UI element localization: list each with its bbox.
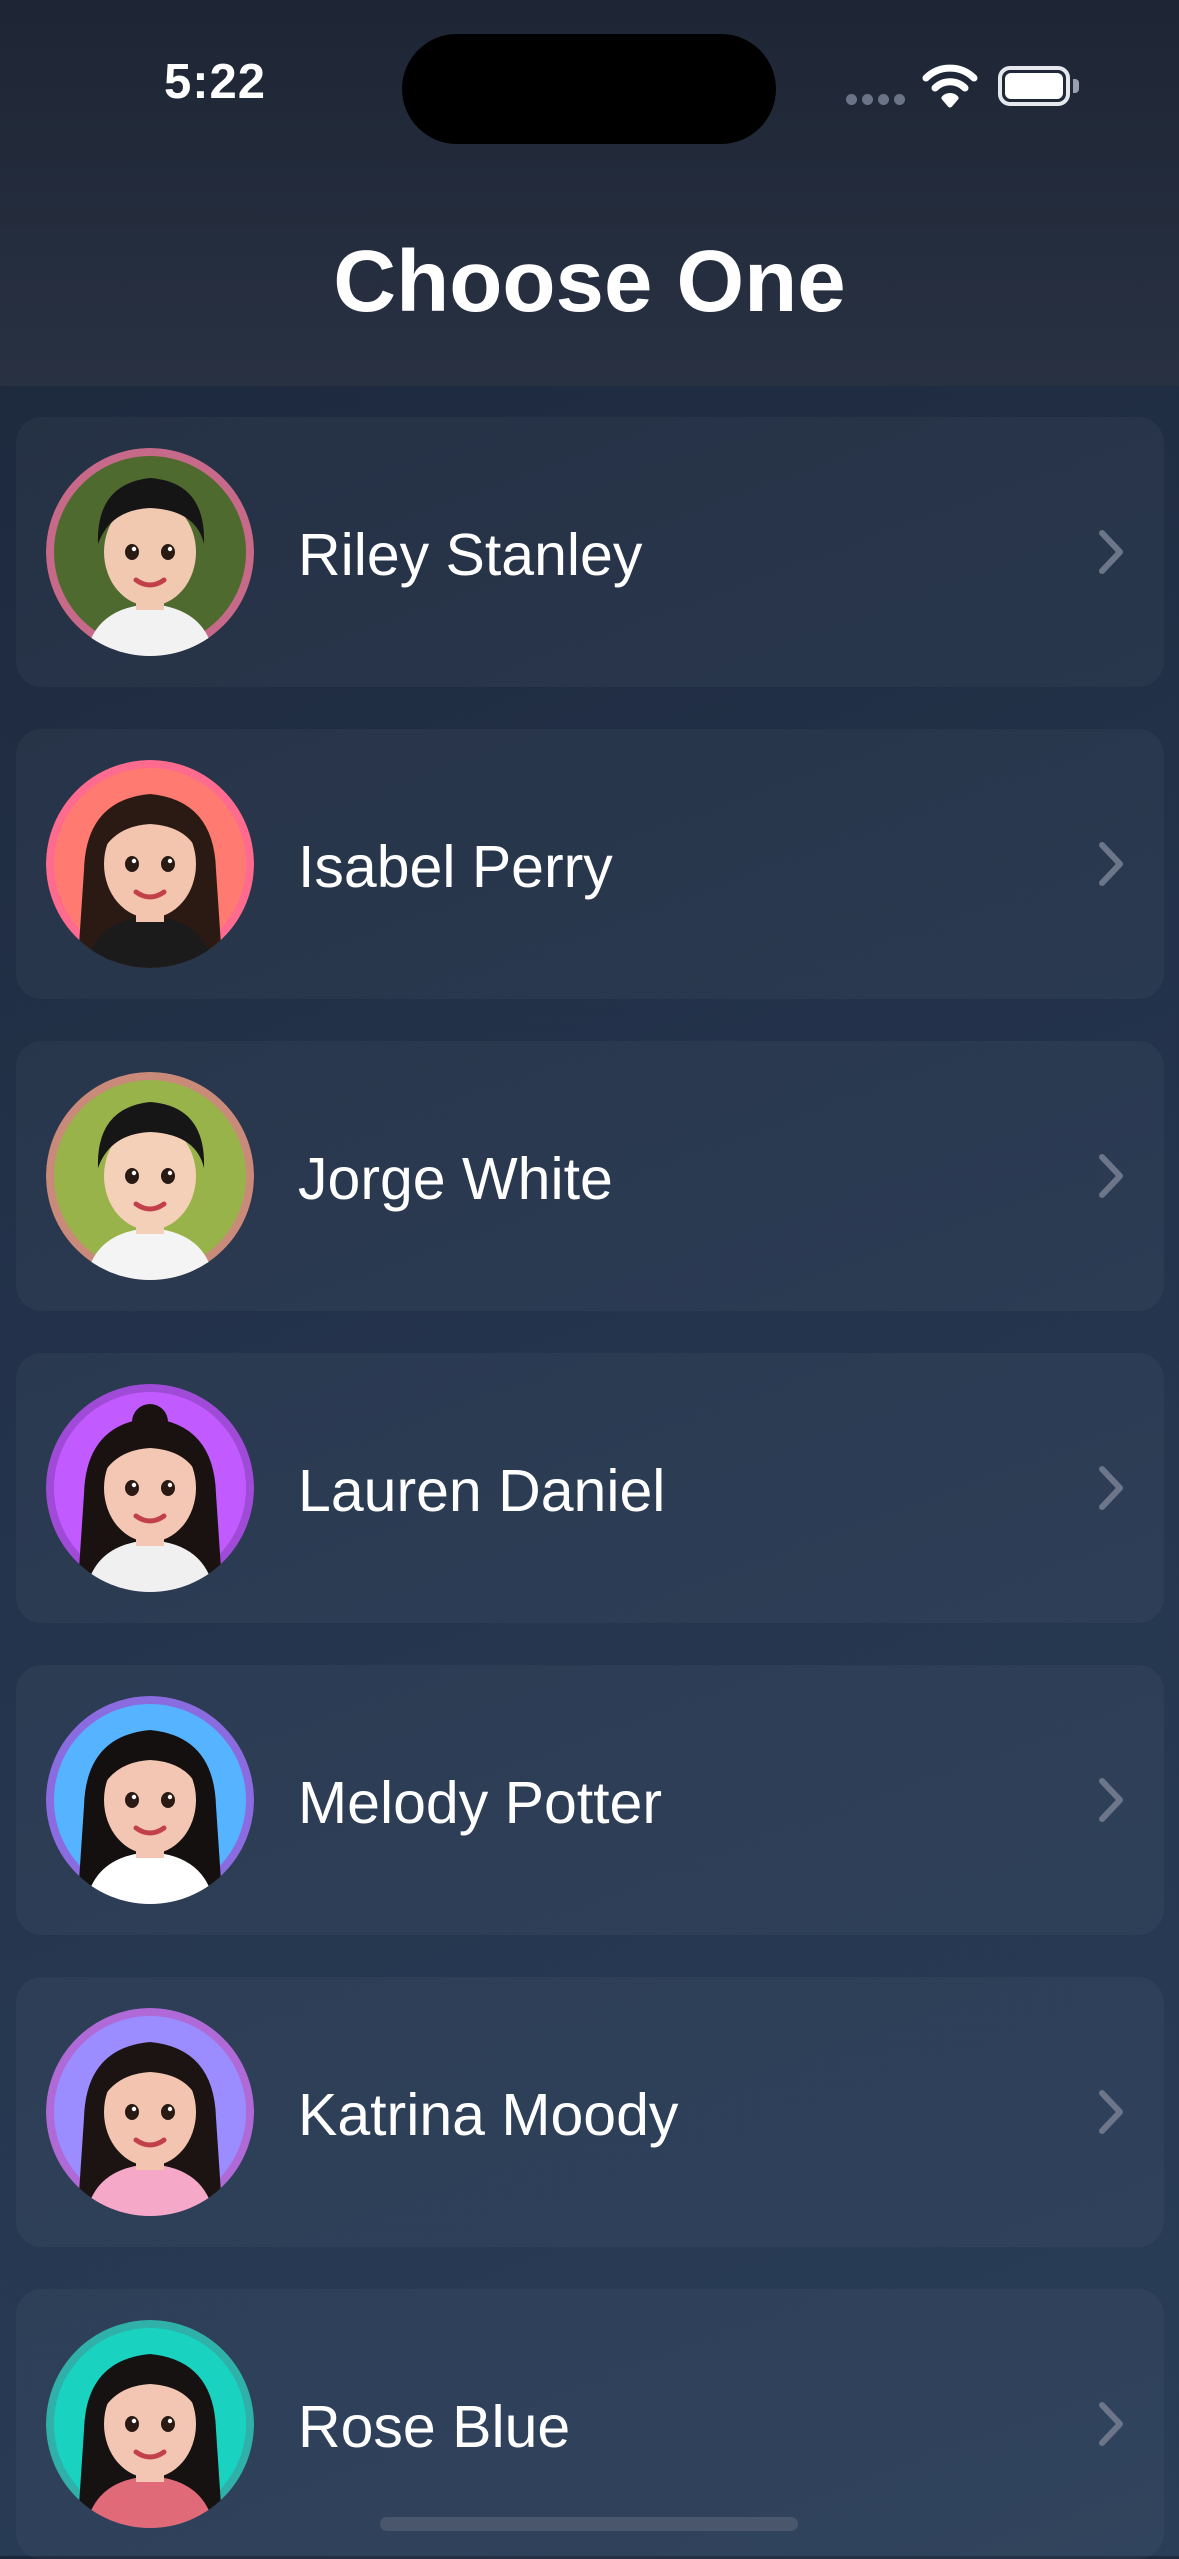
avatar bbox=[46, 448, 254, 656]
dynamic-island bbox=[402, 34, 776, 144]
contact-name: Rose Blue bbox=[298, 2394, 571, 2460]
chevron-right-icon bbox=[1096, 2399, 1126, 2449]
chevron-right-icon bbox=[1096, 527, 1126, 577]
top-bar: 5:22 Choose One bbox=[0, 0, 1179, 386]
contact-row[interactable]: Jorge White bbox=[16, 1041, 1164, 1311]
chevron-right-icon bbox=[1096, 1775, 1126, 1825]
home-indicator[interactable] bbox=[380, 2517, 798, 2531]
chevron-right-icon bbox=[1096, 839, 1126, 889]
avatar bbox=[46, 1384, 254, 1592]
contact-row[interactable]: Lauren Daniel bbox=[16, 1353, 1164, 1623]
contact-name: Katrina Moody bbox=[298, 2082, 679, 2148]
contact-name: Isabel Perry bbox=[298, 834, 613, 900]
avatar bbox=[46, 760, 254, 968]
avatar bbox=[46, 2008, 254, 2216]
chevron-right-icon bbox=[1096, 2087, 1126, 2137]
contact-row[interactable]: Isabel Perry bbox=[16, 729, 1164, 999]
chevron-right-icon bbox=[1096, 1463, 1126, 1513]
contact-row[interactable]: Melody Potter bbox=[16, 1665, 1164, 1935]
status-time: 5:22 bbox=[163, 55, 267, 109]
page-title: Choose One bbox=[333, 233, 846, 330]
contact-name: Melody Potter bbox=[298, 1770, 662, 1836]
chevron-right-icon bbox=[1096, 1151, 1126, 1201]
contact-row[interactable]: Katrina Moody bbox=[16, 1977, 1164, 2247]
contact-name: Riley Stanley bbox=[298, 522, 643, 588]
cellular-signal-icon bbox=[846, 94, 906, 106]
battery-icon bbox=[998, 66, 1082, 106]
wifi-icon bbox=[922, 62, 978, 108]
contact-name: Lauren Daniel bbox=[298, 1458, 666, 1524]
avatar bbox=[46, 2320, 254, 2528]
avatar bbox=[46, 1696, 254, 1904]
avatar bbox=[46, 1072, 254, 1280]
contact-row[interactable]: Riley Stanley bbox=[16, 417, 1164, 687]
contact-name: Jorge White bbox=[298, 1146, 613, 1212]
